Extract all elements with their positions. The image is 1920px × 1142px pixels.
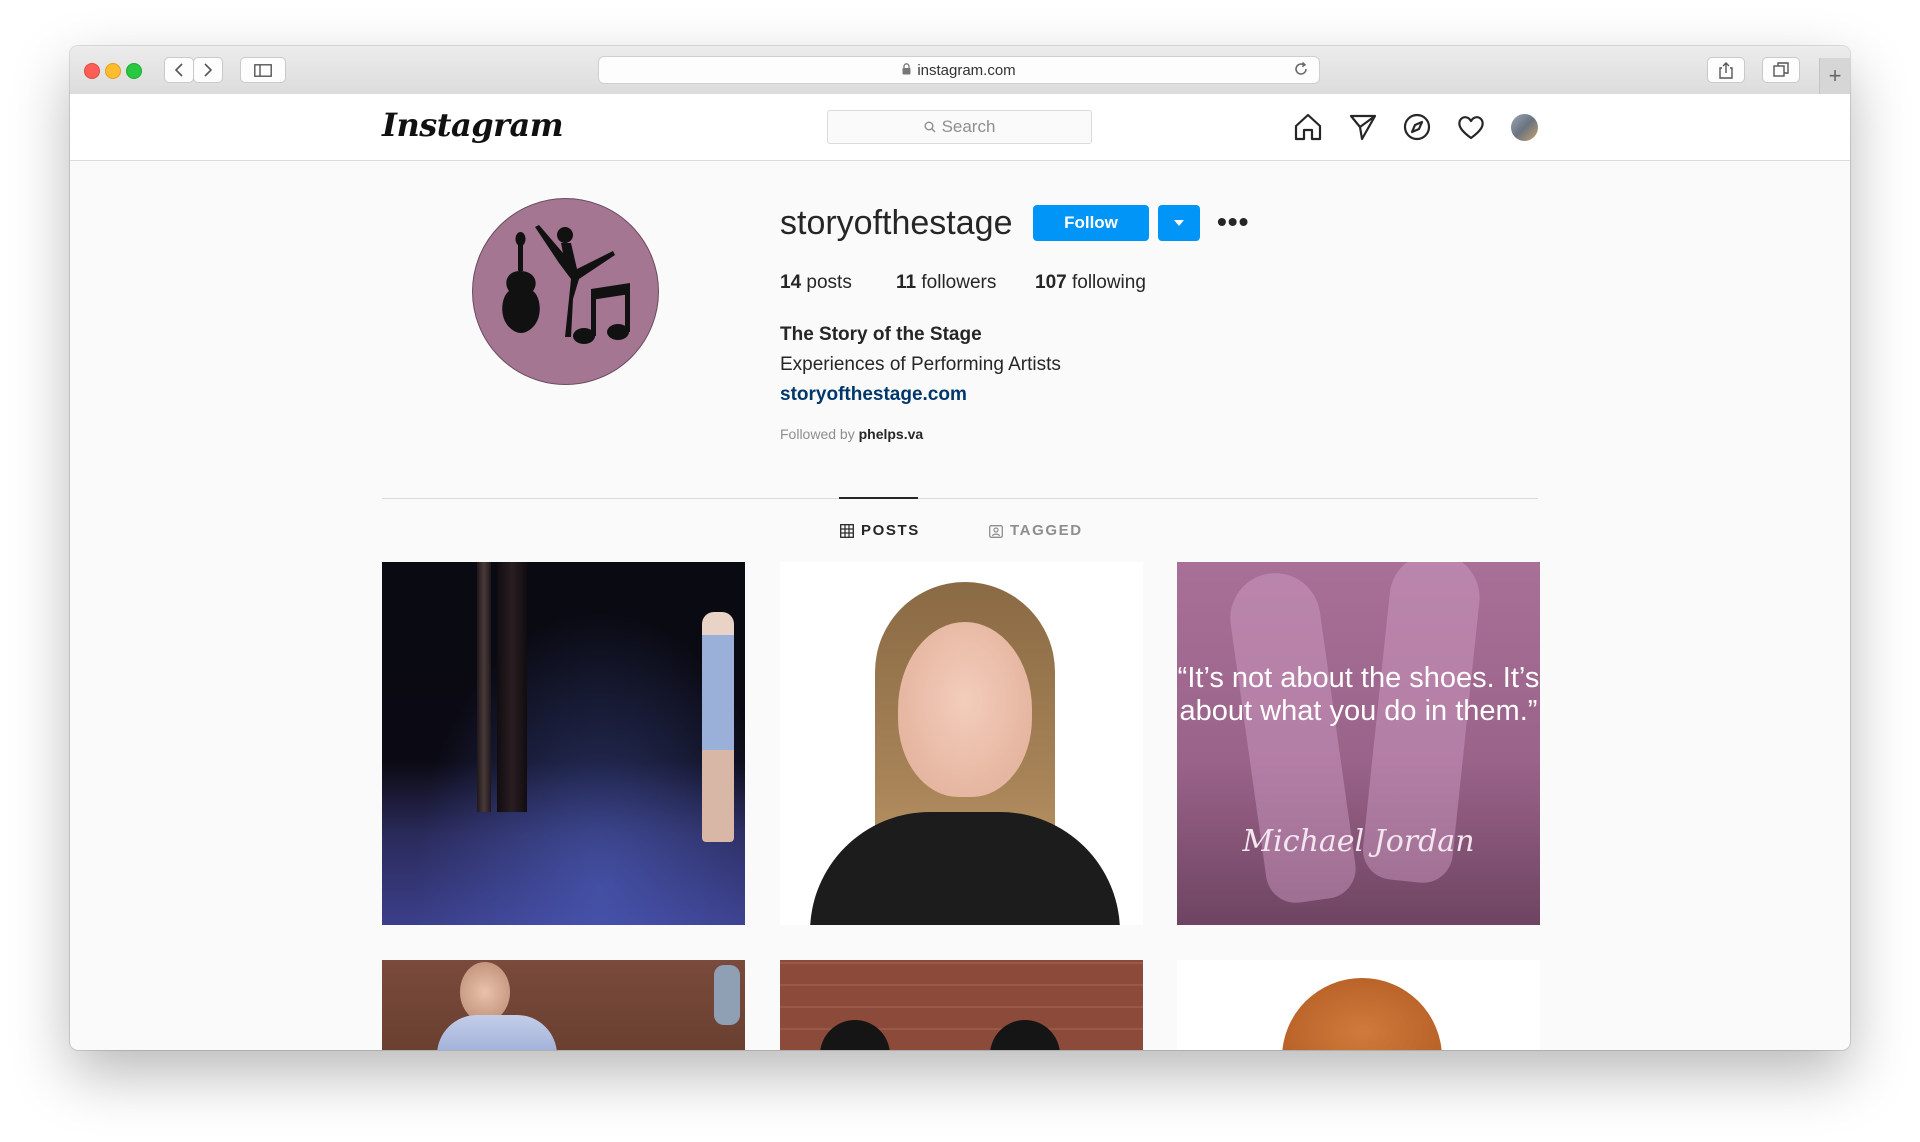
tagged-user-icon — [989, 524, 1003, 538]
search-input[interactable]: Search — [827, 110, 1092, 144]
tabs-divider — [382, 498, 1538, 499]
tabs-icon — [1773, 62, 1789, 77]
followers-label: followers — [921, 272, 997, 293]
direct-message-icon[interactable] — [1348, 112, 1378, 142]
instagram-logo[interactable]: Instagram — [382, 106, 564, 144]
following-label: following — [1071, 272, 1146, 293]
post-thumbnail[interactable] — [780, 562, 1143, 925]
share-icon — [1719, 61, 1733, 79]
zoom-window-button[interactable] — [126, 63, 142, 79]
tab-tagged[interactable]: TAGGED — [989, 522, 1083, 539]
post-thumbnail[interactable] — [382, 562, 745, 925]
chevron-left-icon — [174, 63, 183, 77]
post-image-detail — [460, 962, 510, 1022]
more-options-icon[interactable]: ••• — [1217, 206, 1249, 238]
profile-website-link[interactable]: storyofthestage.com — [780, 384, 967, 406]
post-thumbnail[interactable] — [382, 960, 745, 1050]
chevron-right-icon — [204, 63, 213, 77]
post-thumbnail-quote[interactable]: “It’s not about the shoes. It’s about wh… — [1177, 562, 1540, 925]
followed-by-prefix: Followed by — [780, 426, 855, 442]
posts-label: posts — [806, 272, 852, 293]
post-image-detail — [990, 1020, 1060, 1050]
profile-full-name: The Story of the Stage — [780, 324, 982, 345]
post-thumbnail[interactable] — [1177, 960, 1540, 1050]
follow-options-dropdown[interactable] — [1158, 205, 1200, 241]
caret-down-icon — [1174, 220, 1184, 226]
close-window-button[interactable] — [84, 63, 100, 79]
followers-number: 11 — [896, 272, 917, 293]
followers-count[interactable]: 11 followers — [896, 272, 996, 294]
browser-toolbar: instagram.com + — [70, 46, 1850, 95]
minimize-window-button[interactable] — [105, 63, 121, 79]
share-button[interactable] — [1707, 57, 1745, 83]
following-number: 107 — [1035, 272, 1067, 293]
post-image-detail — [437, 1015, 557, 1050]
profile-bio: Experiences of Performing Artists — [780, 354, 1061, 375]
post-image-detail — [1282, 978, 1442, 1050]
address-bar[interactable]: instagram.com — [598, 56, 1320, 84]
tab-posts[interactable]: POSTS — [840, 522, 920, 539]
plus-icon: + — [1828, 63, 1842, 88]
search-placeholder: Search — [941, 117, 996, 136]
posts-count: 14 posts — [780, 272, 852, 294]
heart-icon[interactable] — [1456, 112, 1486, 142]
forward-button[interactable] — [193, 57, 223, 83]
url-text: instagram.com — [917, 61, 1016, 79]
browser-window: instagram.com + Instagram Search storyof… — [70, 46, 1850, 1050]
explore-compass-icon[interactable] — [1402, 112, 1432, 142]
post-image-detail — [898, 622, 1032, 797]
post-thumbnail[interactable] — [780, 960, 1143, 1050]
followed-by-user-link[interactable]: phelps.va — [859, 426, 924, 442]
home-icon[interactable] — [1293, 112, 1323, 142]
profile-picture[interactable] — [472, 198, 659, 385]
post-image-detail — [702, 612, 734, 842]
post-image-detail — [820, 1020, 890, 1050]
performing-arts-logo-icon — [502, 225, 630, 344]
active-tab-indicator — [839, 497, 918, 499]
post-image-detail — [497, 562, 527, 812]
instagram-header: Instagram Search — [70, 94, 1850, 161]
posts-number: 14 — [780, 272, 802, 293]
quote-text: “It’s not about the shoes. It’s about wh… — [1177, 662, 1540, 727]
profile-username: storyofthestage — [780, 204, 1013, 242]
tab-overview-button[interactable] — [1762, 57, 1800, 83]
follow-button[interactable]: Follow — [1033, 205, 1149, 241]
new-tab-button[interactable]: + — [1819, 58, 1850, 94]
back-button[interactable] — [164, 57, 194, 83]
tab-posts-label: POSTS — [861, 522, 920, 539]
user-avatar[interactable] — [1511, 114, 1538, 141]
post-image-detail — [477, 562, 491, 812]
reload-icon[interactable] — [1293, 61, 1309, 81]
sidebar-icon — [254, 63, 272, 77]
following-count[interactable]: 107 following — [1035, 272, 1146, 294]
post-image-detail — [714, 965, 740, 1025]
grid-icon — [840, 523, 854, 538]
followed-by-text: Followed by phelps.va — [780, 426, 923, 442]
lock-icon — [902, 62, 911, 79]
post-image-detail — [810, 812, 1120, 925]
quote-author: Michael Jordan — [1242, 824, 1475, 859]
search-icon — [924, 121, 936, 133]
tab-tagged-label: TAGGED — [1010, 522, 1083, 539]
sidebar-toggle-button[interactable] — [240, 57, 286, 83]
